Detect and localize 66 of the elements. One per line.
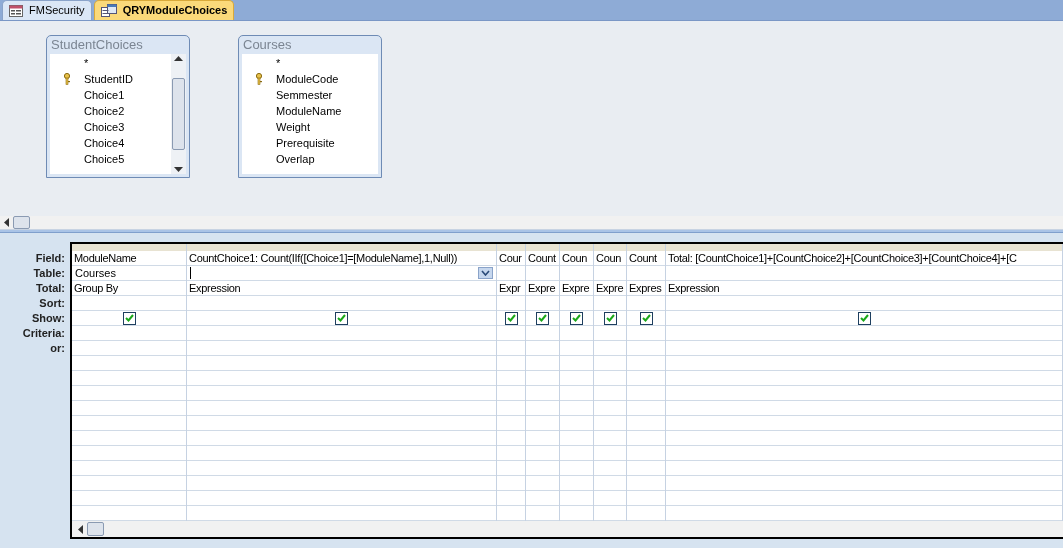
total-cell[interactable]: Group By (72, 281, 186, 296)
field-name[interactable]: Choice2 (84, 102, 125, 120)
field-name[interactable]: Semmester (276, 86, 333, 104)
field-cell[interactable]: Count (627, 251, 665, 266)
field-cell[interactable]: Total: [CountChoice1]+[CountChoice2]+[CountChoice3]+[CountChoice4]+[C (666, 251, 1062, 266)
field-name[interactable]: ModuleCode (276, 70, 339, 88)
field-name[interactable]: Overlap (276, 150, 315, 168)
show-checkbox[interactable] (857, 311, 871, 325)
field-name[interactable]: StudentID (84, 70, 133, 88)
field-name[interactable]: Choice1 (84, 86, 125, 104)
table-cell[interactable]: Courses (72, 266, 186, 281)
show-checkbox[interactable] (335, 311, 348, 325)
row-label: Criteria: (22, 326, 65, 341)
query-icon (100, 4, 117, 17)
document-tab[interactable]: QRYModuleChoices (93, 0, 235, 20)
show-checkbox[interactable] (536, 311, 549, 325)
total-cell[interactable]: Expre (560, 281, 593, 296)
field-cell[interactable]: Cour (497, 251, 525, 266)
scroll-down-icon[interactable] (174, 167, 183, 172)
field-name[interactable]: Choice4 (84, 134, 125, 152)
key-icon (63, 73, 71, 85)
total-cell[interactable]: Expr (497, 281, 525, 296)
field-name[interactable]: * (84, 54, 89, 72)
show-checkbox[interactable] (639, 311, 653, 325)
table-window[interactable]: StudentChoices * StudentID Choice1 Choice2 Choice3 Choice4 Choice5 (46, 35, 190, 178)
text-cursor (190, 267, 191, 279)
show-checkbox[interactable] (570, 311, 583, 325)
table-cell[interactable] (187, 266, 496, 281)
field-cell[interactable]: Count (526, 251, 559, 266)
scroll-left-icon[interactable] (78, 524, 83, 534)
field-name[interactable]: Weight (276, 118, 311, 136)
field-name[interactable]: Choice5 (84, 150, 125, 168)
field-name[interactable]: Prerequisite (276, 134, 335, 152)
vertical-scrollbar[interactable] (171, 54, 186, 174)
row-label: Sort: (39, 296, 65, 311)
scroll-left-icon[interactable] (4, 217, 9, 227)
row-label: or: (50, 341, 65, 356)
row-label: Show: (32, 311, 65, 326)
total-cell[interactable]: Expres (627, 281, 665, 296)
row-label: Field: (35, 251, 65, 266)
total-cell[interactable]: Expression (666, 281, 1062, 296)
field-cell[interactable]: ModuleName (72, 251, 186, 266)
show-checkbox[interactable] (603, 311, 617, 325)
total-cell[interactable]: Expre (594, 281, 626, 296)
chevron-down-icon (481, 270, 490, 276)
field-cell[interactable]: Coun (594, 251, 626, 266)
field-name[interactable]: * (276, 54, 281, 72)
field-cell[interactable]: CountChoice1: Count(IIf([Choice1]=[ModuleName],1,Null)) (187, 251, 496, 266)
field-cell[interactable]: Coun (560, 251, 593, 266)
total-cell[interactable]: Expre (526, 281, 559, 296)
table-title: StudentChoices (50, 36, 144, 54)
show-checkbox[interactable] (504, 311, 518, 325)
table-window[interactable]: Courses * ModuleCode Semmester ModuleName Weight Prerequisite Overlap (238, 35, 382, 178)
scrollbar-thumb[interactable] (87, 522, 104, 536)
field-name[interactable]: ModuleName (276, 102, 342, 120)
dropdown-button[interactable] (478, 267, 493, 279)
row-label: Total: (35, 281, 65, 296)
key-icon (255, 73, 263, 85)
document-tab[interactable]: FMSecurity (2, 0, 92, 20)
field-name[interactable]: Choice3 (84, 118, 125, 136)
scroll-up-icon[interactable] (174, 56, 183, 61)
total-cell[interactable]: Expression (187, 281, 496, 296)
row-label: Table: (33, 266, 65, 281)
form-icon (9, 4, 23, 17)
show-checkbox[interactable] (122, 311, 136, 325)
table-title: Courses (242, 36, 293, 54)
